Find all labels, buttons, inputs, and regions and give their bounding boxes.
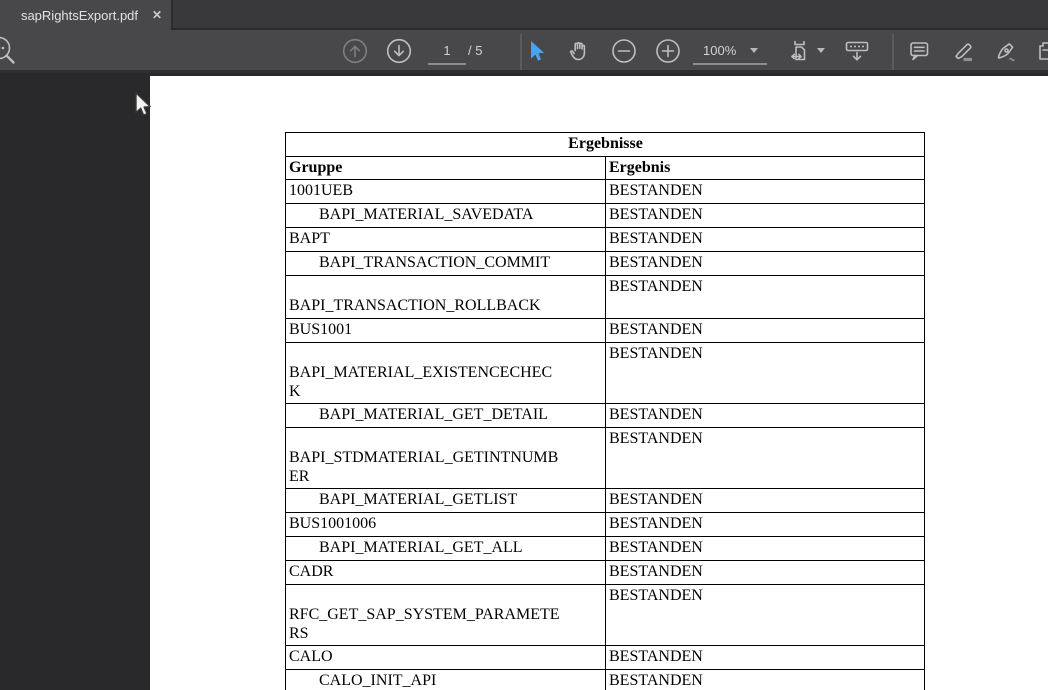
group-cell: BAPI_STDMATERIAL_GETINTNUMB ER (285, 427, 606, 489)
table-row: 1001UEB BESTANDEN (285, 179, 926, 204)
result-cell: BESTANDEN (604, 584, 926, 646)
zoom-level-select[interactable]: 100% (703, 43, 736, 58)
result-cell: BESTANDEN (604, 275, 926, 319)
group-cell: RFC_GET_SAP_SYSTEM_PARAMETE RS (285, 584, 606, 646)
group-cell: BAPI_MATERIAL_GET_ALL (285, 536, 606, 561)
group-cell: BAPI_MATERIAL_GET_DETAIL (285, 403, 606, 428)
pen-icon[interactable] (994, 38, 1020, 64)
table-header-row: Gruppe Ergebnis (285, 156, 926, 180)
tab-bar: sapRightsExport.pdf ✕ (0, 0, 1048, 30)
group-cell: BAPI_MATERIAL_SAVEDATA (285, 203, 606, 228)
table-row: CALO_INIT_API BESTANDEN (285, 669, 926, 690)
mouse-cursor (132, 91, 152, 119)
group-cell: BAPI_MATERIAL_GETLIST (285, 488, 606, 513)
table-row: BAPI_MATERIAL_GET_ALL BESTANDEN (285, 536, 926, 561)
group-cell: BAPI_TRANSACTION_ROLLBACK (285, 275, 606, 319)
pdf-toolbar: 1 / 5 100% (0, 30, 1048, 73)
page-input-underline (428, 63, 466, 65)
column-header-ergebnis: Ergebnis (604, 156, 926, 180)
page-number-input[interactable]: 1 (428, 43, 466, 58)
table-row: CADR BESTANDEN (285, 560, 926, 585)
toolbar-separator (892, 34, 894, 70)
result-cell: BESTANDEN (604, 536, 926, 561)
page-up-button[interactable] (342, 38, 368, 64)
chevron-down-icon (750, 48, 758, 53)
toolbar-collapse-icon[interactable] (842, 38, 872, 64)
group-cell: BAPI_TRANSACTION_COMMIT (285, 251, 606, 276)
table-row: BAPI_TRANSACTION_COMMIT BESTANDEN (285, 251, 926, 276)
result-cell: BESTANDEN (604, 645, 926, 670)
comment-icon[interactable] (906, 38, 932, 64)
result-cell: BESTANDEN (604, 179, 926, 204)
group-cell: BAPI_MATERIAL_EXISTENCECHEC K (285, 342, 606, 404)
table-body: 1001UEB BESTANDEN BAPI_MATERIAL_SAVEDATA BE… (285, 179, 926, 690)
table-row: RFC_GET_SAP_SYSTEM_PARAMETE RS BESTANDEN (285, 584, 926, 646)
pdf-viewer-window: sapRightsExport.pdf ✕ 1 / 5 100% Ergebni… (0, 0, 1048, 690)
viewer-content[interactable]: Ergebnisse Gruppe Ergebnis 1001UEB BESTAN… (0, 76, 1048, 690)
result-cell: BESTANDEN (604, 251, 926, 276)
table-row: BUS1001 BESTANDEN (285, 318, 926, 343)
toolbar-separator (520, 34, 522, 70)
zoom-select-underline (693, 63, 767, 65)
group-cell: BAPT (285, 227, 606, 252)
page-down-button[interactable] (386, 38, 412, 64)
table-row: BAPI_MATERIAL_SAVEDATA BESTANDEN (285, 203, 926, 228)
group-cell: BUS1001 (285, 318, 606, 343)
tab-close-icon[interactable]: ✕ (147, 8, 167, 22)
group-cell: CALO_INIT_API (285, 669, 606, 690)
tab-sap-rights-export[interactable]: sapRightsExport.pdf ✕ (0, 0, 173, 30)
zoom-out-button[interactable] (611, 38, 637, 64)
result-cell: BESTANDEN (604, 403, 926, 428)
search-icon[interactable] (0, 34, 20, 70)
result-cell: BESTANDEN (604, 669, 926, 690)
result-cell: BESTANDEN (604, 318, 926, 343)
group-cell: CALO (285, 645, 606, 670)
table-row: BAPI_TRANSACTION_ROLLBACK BESTANDEN (285, 275, 926, 319)
group-cell: BUS1001006 (285, 512, 606, 537)
group-cell: 1001UEB (285, 179, 606, 204)
result-cell: BESTANDEN (604, 342, 926, 404)
zoom-in-button[interactable] (655, 38, 681, 64)
tab-title: sapRightsExport.pdf (20, 7, 139, 23)
select-tool-icon[interactable] (523, 38, 549, 64)
page-count-label: / 5 (468, 43, 483, 58)
table-row: BAPT BESTANDEN (285, 227, 926, 252)
result-cell: BESTANDEN (604, 203, 926, 228)
result-cell: BESTANDEN (604, 560, 926, 585)
result-cell: BESTANDEN (604, 512, 926, 537)
table-row: BAPI_MATERIAL_GET_DETAIL BESTANDEN (285, 403, 926, 428)
table-title: Ergebnisse (284, 132, 926, 157)
table-row: CALO BESTANDEN (285, 645, 926, 670)
table-title-row: Ergebnisse (284, 132, 926, 157)
group-cell: CADR (285, 560, 606, 585)
result-cell: BESTANDEN (604, 227, 926, 252)
result-cell: BESTANDEN (604, 427, 926, 489)
chevron-down-icon (817, 48, 825, 53)
stamp-icon[interactable] (1036, 38, 1048, 64)
table-row: BAPI_STDMATERIAL_GETINTNUMB ER BESTANDEN (285, 427, 926, 489)
pdf-page[interactable]: Ergebnisse Gruppe Ergebnis 1001UEB BESTAN… (150, 76, 1048, 690)
table-row: BAPI_MATERIAL_EXISTENCECHEC K BESTANDEN (285, 342, 926, 404)
highlighter-icon[interactable] (950, 38, 976, 64)
hand-tool-icon[interactable] (567, 38, 593, 64)
table-row: BUS1001006 BESTANDEN (285, 512, 926, 537)
results-table: Ergebnisse Gruppe Ergebnis 1001UEB BESTAN… (284, 132, 926, 690)
result-cell: BESTANDEN (604, 488, 926, 513)
table-row: BAPI_MATERIAL_GETLIST BESTANDEN (285, 488, 926, 513)
fit-width-icon[interactable] (788, 38, 814, 64)
column-header-gruppe: Gruppe (285, 156, 606, 180)
